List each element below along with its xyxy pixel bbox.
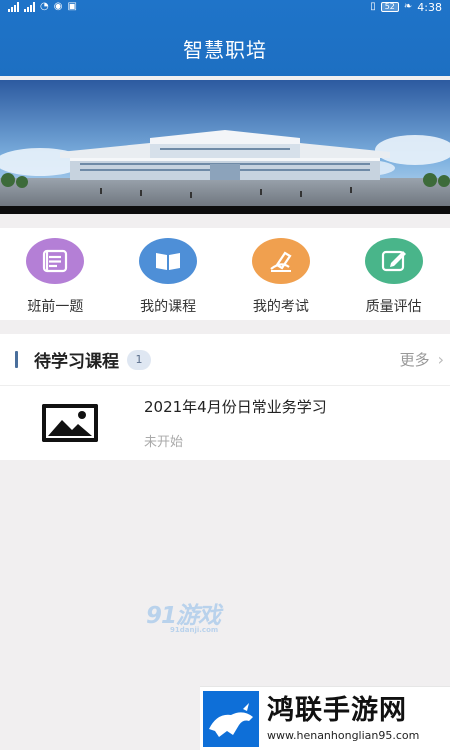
- signal-icon: [8, 2, 19, 12]
- bull-logo-icon: [203, 690, 259, 747]
- watermark-91: 91游戏 91danji.com: [146, 596, 221, 634]
- shortcut-label: 我的考试: [252, 299, 309, 315]
- section-accent-bar: [15, 351, 18, 368]
- shortcut-label: 质量评估: [365, 299, 422, 315]
- section-header: 待学习课程 1 更多 ›: [0, 334, 450, 386]
- book-icon: [139, 238, 198, 284]
- shortcut-label: 我的课程: [140, 299, 197, 315]
- page-title: 智慧职培: [183, 38, 267, 62]
- leaf-icon: ❧: [403, 1, 413, 12]
- sim-icon: ▯: [370, 1, 376, 12]
- course-list-item[interactable]: 2021年4月份日常业务学习 未开始: [0, 386, 450, 460]
- watermark-honglian-url: www.henanhonglian95.com: [267, 729, 420, 742]
- shortcut-grid: 班前一题 我的课程 我的考试 质量评估: [0, 228, 450, 320]
- section-title: 待学习课程: [34, 352, 119, 372]
- watermark-91-url: 91danji.com: [170, 626, 219, 634]
- course-title: 2021年4月份日常业务学习: [144, 398, 327, 416]
- image-placeholder-icon: [42, 404, 98, 442]
- count-badge: 1: [127, 349, 151, 370]
- shortcut-label: 班前一题: [27, 299, 84, 315]
- wifi-icon: ◔: [40, 1, 49, 12]
- eye-icon: ◉: [53, 1, 63, 12]
- course-status: 未开始: [144, 435, 184, 450]
- clock: 4:38: [417, 0, 442, 14]
- shortcut-my-courses[interactable]: 我的课程: [112, 228, 225, 320]
- pending-courses-section: 待学习课程 1 更多 › 2021年4月份日常业务学习 未开始: [0, 334, 450, 460]
- shortcut-quality-assessment[interactable]: 质量评估: [337, 228, 450, 320]
- banner-image[interactable]: [0, 80, 450, 214]
- signal-icon: [24, 2, 35, 12]
- more-link[interactable]: 更多 ›: [400, 349, 444, 370]
- app-header: ◔ ◉ ▣ ▯ 52 ❧ 4:38 智慧职培: [0, 0, 450, 76]
- edit-icon: [364, 238, 423, 284]
- nfc-icon: ▣: [67, 1, 77, 12]
- battery-icon: 52: [380, 2, 399, 12]
- chevron-right-icon: ›: [437, 350, 444, 369]
- station-photo: [0, 80, 450, 214]
- pen-icon: [251, 238, 310, 284]
- status-bar: ◔ ◉ ▣ ▯ 52 ❧ 4:38: [0, 0, 450, 14]
- more-label: 更多: [399, 351, 430, 369]
- watermark-honglian: 鸿联手游网 www.henanhonglian95.com: [200, 686, 450, 750]
- list-icon: [26, 238, 85, 284]
- shortcut-my-exams[interactable]: 我的考试: [225, 228, 338, 320]
- watermark-honglian-text: 鸿联手游网: [267, 695, 407, 726]
- shortcut-daily-question[interactable]: 班前一题: [0, 228, 112, 320]
